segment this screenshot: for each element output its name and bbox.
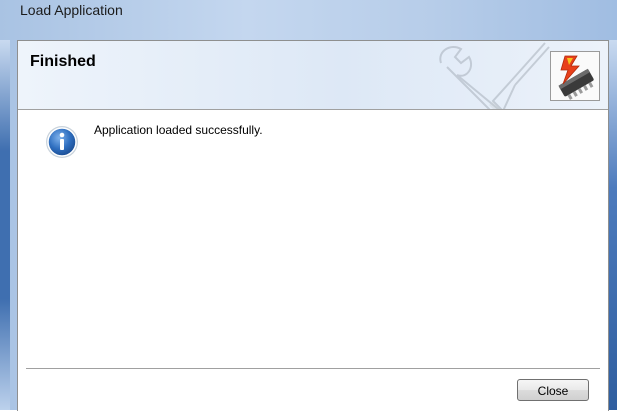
footer-divider: [26, 368, 600, 370]
dialog-body: Finished Application loaded successfully…: [17, 40, 609, 411]
status-message: Application loaded successfully.: [94, 123, 263, 137]
wrench-screwdriver-icon: [439, 42, 550, 109]
info-icon: [46, 126, 78, 158]
header-band: Finished: [18, 41, 608, 110]
window-frame-left: [0, 40, 10, 410]
title-bar[interactable]: Load Application: [0, 0, 617, 22]
dialog-window: Load Application Finished Application lo…: [0, 0, 617, 411]
page-title: Finished: [30, 53, 96, 70]
chip-lightning-icon: [550, 51, 600, 101]
window-title: Load Application: [20, 2, 123, 18]
close-button[interactable]: Close: [517, 379, 589, 401]
